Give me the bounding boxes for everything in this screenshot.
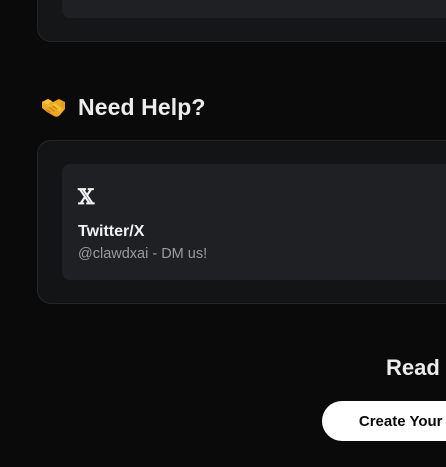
contact-card-handle: @clawdxai - DM us! xyxy=(78,246,208,262)
handshake-icon xyxy=(41,95,66,120)
x-logo-icon: 𝕏 xyxy=(78,184,95,209)
help-panel: 𝕏 Twitter/X @clawdxai - DM us! xyxy=(37,140,446,304)
previous-section-card xyxy=(62,0,446,18)
previous-section-panel xyxy=(37,0,446,42)
page: Need Help? 𝕏 Twitter/X @clawdxai - DM us… xyxy=(0,0,446,467)
help-section-header: Need Help? xyxy=(41,92,206,122)
contact-card-title: Twitter/X xyxy=(78,223,145,240)
twitter-contact-card[interactable]: 𝕏 Twitter/X @clawdxai - DM us! xyxy=(62,164,446,280)
create-agent-button[interactable]: Create Your Ag xyxy=(322,401,446,441)
cta-heading: Read xyxy=(386,355,440,380)
help-section-title: Need Help? xyxy=(78,93,206,120)
